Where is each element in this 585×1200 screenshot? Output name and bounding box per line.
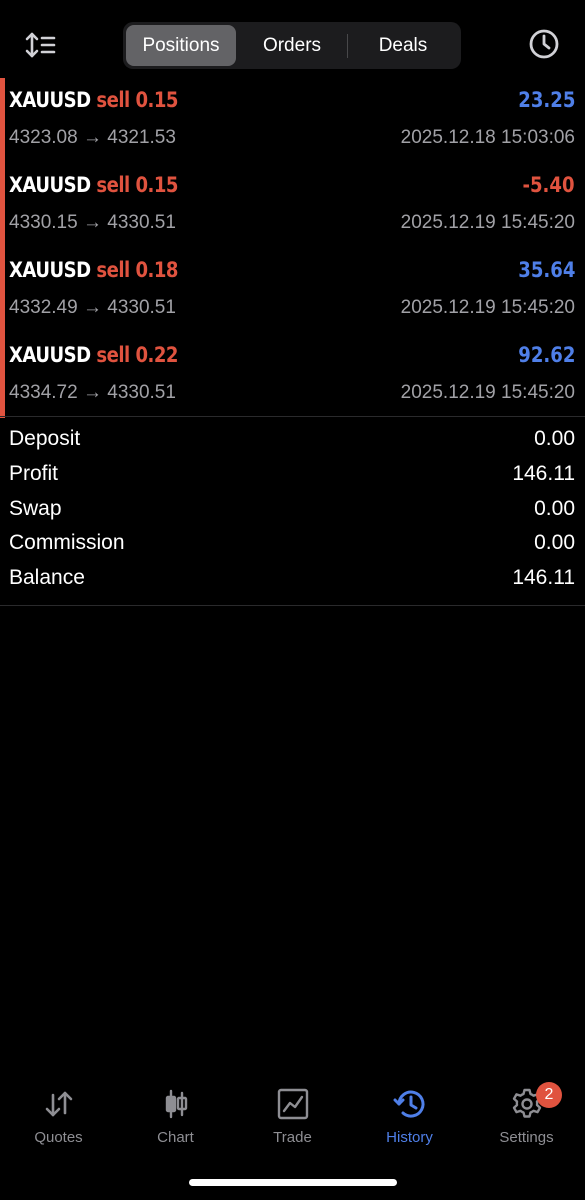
summary-section: Deposit 0.00 Profit 146.11 Swap 0.00 Com…: [0, 423, 585, 597]
position-time: 2025.12.18 15:03:06: [400, 127, 575, 148]
position-title: XAUUSD sell 0.15: [9, 88, 178, 112]
position-profit: 35.64: [517, 258, 575, 282]
history-clock-icon: [393, 1087, 427, 1121]
trade-volume: 0.15: [135, 173, 178, 197]
summary-commission: Commission 0.00: [0, 527, 585, 562]
notification-badge: 2: [536, 1082, 562, 1108]
open-price: 4334.72: [9, 382, 78, 403]
price-range: 4323.08 → 4321.53: [9, 127, 176, 149]
arrow-icon: →: [82, 382, 102, 403]
symbol: XAUUSD: [9, 173, 91, 197]
symbol: XAUUSD: [9, 258, 91, 282]
position-profit: 23.25: [517, 88, 575, 112]
quotes-arrows-icon: [42, 1087, 76, 1121]
summary-balance: Balance 146.11: [0, 562, 585, 597]
price-range: 4334.72 → 4330.51: [9, 382, 176, 404]
tab-deals[interactable]: Deals: [348, 25, 458, 66]
price-range: 4332.49 → 4330.51: [9, 297, 176, 319]
arrow-icon: →: [82, 212, 102, 233]
position-time: 2025.12.19 15:45:20: [400, 297, 575, 318]
tab-trade[interactable]: Trade: [234, 1082, 351, 1152]
arrow-icon: →: [82, 127, 102, 148]
candlestick-icon: [159, 1087, 193, 1121]
summary-swap: Swap 0.00: [0, 493, 585, 528]
tab-label: Quotes: [34, 1129, 83, 1146]
trade-volume: 0.15: [135, 88, 178, 112]
summary-deposit: Deposit 0.00: [0, 423, 585, 458]
trade-side: sell: [96, 258, 130, 282]
position-title: XAUUSD sell 0.18: [9, 258, 178, 282]
trade-volume: 0.22: [135, 343, 178, 367]
bottom-tab-bar: Quotes Chart Trade History 2 Settings: [0, 1082, 585, 1152]
price-range: 4330.15 → 4330.51: [9, 212, 176, 234]
sell-accent-bar: [0, 163, 5, 248]
tab-orders[interactable]: Orders: [237, 25, 347, 66]
summary-label: Swap: [9, 496, 62, 520]
close-price: 4321.53: [107, 127, 176, 148]
position-time: 2025.12.19 15:45:20: [400, 212, 575, 233]
tab-settings[interactable]: 2 Settings: [468, 1082, 585, 1152]
tab-label: Settings: [499, 1129, 554, 1146]
sell-accent-bar: [0, 333, 5, 418]
summary-label: Commission: [9, 531, 125, 555]
open-price: 4330.15: [9, 212, 78, 233]
position-row[interactable]: XAUUSD sell 0.15 -5.40 4330.15 → 4330.51…: [0, 163, 585, 248]
divider: [0, 416, 585, 417]
home-indicator: [189, 1179, 397, 1186]
symbol: XAUUSD: [9, 343, 91, 367]
summary-value: 0.00: [534, 496, 575, 520]
symbol: XAUUSD: [9, 88, 91, 112]
position-row[interactable]: XAUUSD sell 0.15 23.25 4323.08 → 4321.53…: [0, 78, 585, 163]
trade-side: sell: [96, 173, 130, 197]
trade-chart-icon: [276, 1087, 310, 1121]
sort-icon[interactable]: [24, 30, 58, 60]
summary-value: 146.11: [512, 461, 575, 485]
summary-profit: Profit 146.11: [0, 458, 585, 493]
close-price: 4330.51: [107, 212, 176, 233]
trade-volume: 0.18: [135, 258, 178, 282]
close-price: 4330.51: [107, 297, 176, 318]
tab-label: History: [386, 1129, 433, 1146]
sell-accent-bar: [0, 78, 5, 163]
clock-icon[interactable]: [527, 27, 561, 61]
tab-chart[interactable]: Chart: [117, 1082, 234, 1152]
position-title: XAUUSD sell 0.15: [9, 173, 178, 197]
sell-accent-bar: [0, 248, 5, 333]
summary-value: 0.00: [534, 531, 575, 555]
positions-list: XAUUSD sell 0.15 23.25 4323.08 → 4321.53…: [0, 78, 585, 418]
summary-label: Balance: [9, 566, 85, 590]
position-title: XAUUSD sell 0.22: [9, 343, 178, 367]
summary-label: Deposit: [9, 427, 81, 450]
tab-history[interactable]: History: [351, 1082, 468, 1152]
summary-value: 0.00: [534, 427, 575, 450]
tab-label: Trade: [273, 1129, 312, 1146]
arrow-icon: →: [82, 297, 102, 318]
position-profit: -5.40: [522, 173, 575, 197]
tab-positions[interactable]: Positions: [126, 25, 236, 66]
position-row[interactable]: XAUUSD sell 0.22 92.62 4334.72 → 4330.51…: [0, 333, 585, 418]
segmented-control: Positions Orders Deals: [123, 22, 461, 69]
tab-label: Chart: [157, 1129, 194, 1146]
close-price: 4330.51: [107, 382, 176, 403]
open-price: 4323.08: [9, 127, 78, 148]
tab-quotes[interactable]: Quotes: [0, 1082, 117, 1152]
summary-label: Profit: [9, 461, 59, 485]
position-row[interactable]: XAUUSD sell 0.18 35.64 4332.49 → 4330.51…: [0, 248, 585, 333]
open-price: 4332.49: [9, 297, 78, 318]
trade-side: sell: [96, 343, 130, 367]
summary-value: 146.11: [512, 566, 575, 590]
position-time: 2025.12.19 15:45:20: [400, 382, 575, 403]
trade-side: sell: [96, 88, 130, 112]
divider: [0, 605, 585, 606]
position-profit: 92.62: [517, 343, 575, 367]
